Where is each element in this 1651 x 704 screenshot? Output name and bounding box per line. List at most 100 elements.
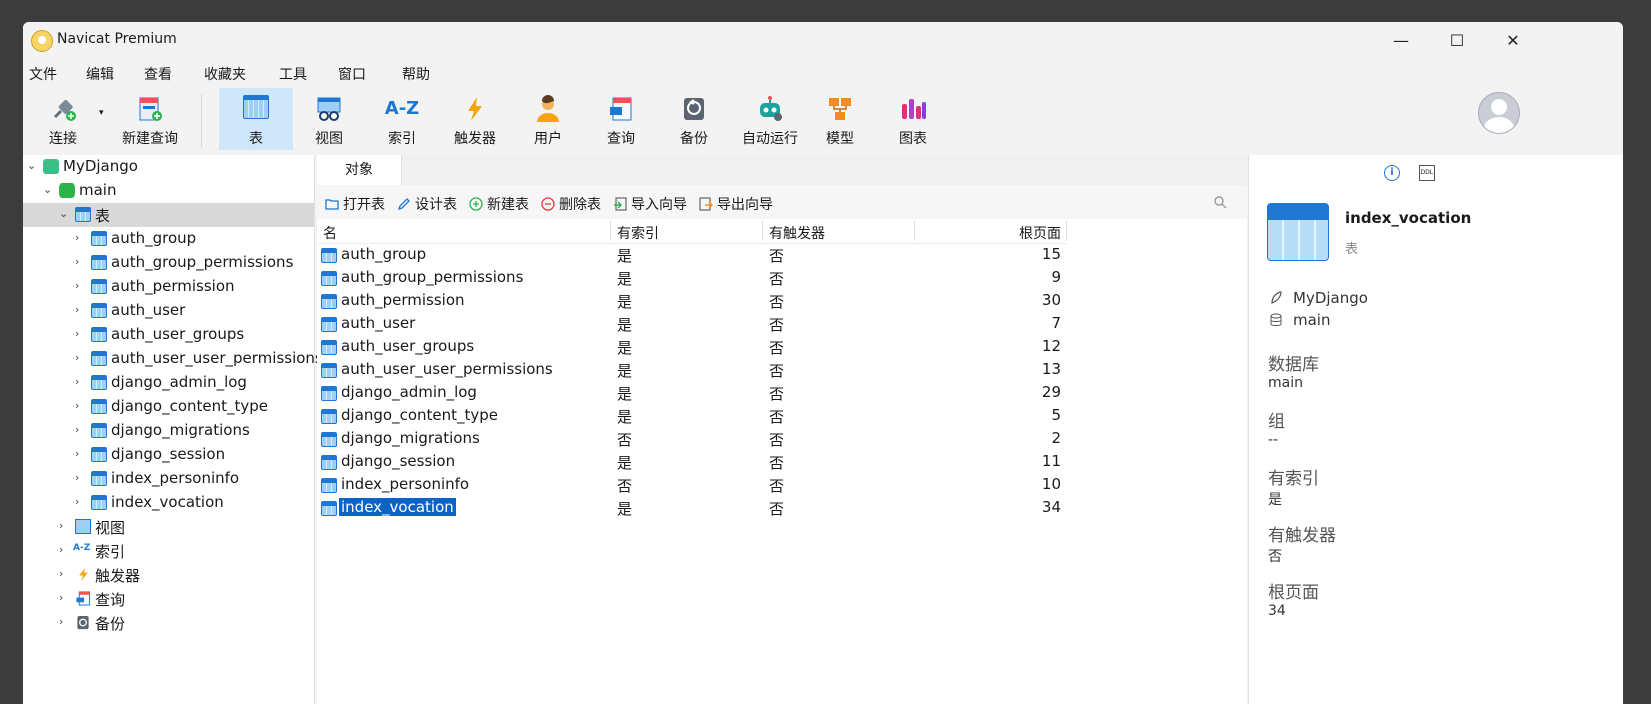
export-wizard-button[interactable]: 导出向导: [699, 194, 773, 214]
chevron-right-icon[interactable]: ›: [75, 423, 79, 436]
chevron-right-icon[interactable]: ›: [75, 255, 79, 268]
tree-queries-group[interactable]: › 查询: [23, 587, 314, 611]
chevron-right-icon[interactable]: ›: [75, 279, 79, 292]
tree-table-label: auth_group: [111, 229, 197, 247]
menu-file[interactable]: 文件: [29, 64, 57, 84]
close-button[interactable]: ✕: [1485, 22, 1541, 58]
tool-query[interactable]: 查询: [584, 88, 658, 150]
table-row[interactable]: index_personinfo 否 否 10: [317, 474, 1067, 497]
tree-table-item[interactable]: › auth_permission: [23, 275, 314, 299]
tool-backup[interactable]: 备份: [657, 88, 731, 150]
chevron-right-icon[interactable]: ›: [59, 543, 63, 556]
menu-edit[interactable]: 编辑: [86, 64, 114, 84]
table-row[interactable]: django_admin_log 是 否 29: [317, 382, 1067, 405]
table-row[interactable]: auth_user_groups 是 否 12: [317, 336, 1067, 359]
chevron-down-icon[interactable]: ⌄: [59, 207, 68, 220]
connect-button[interactable]: 连接 ▾: [27, 88, 104, 150]
tree-connection[interactable]: ⌄ MyDjango: [23, 155, 314, 179]
import-wizard-button[interactable]: 导入向导: [613, 194, 687, 214]
chevron-right-icon[interactable]: ›: [59, 567, 63, 580]
table-row[interactable]: auth_group 是 否 15: [317, 244, 1067, 267]
row-has-trigger: 否: [769, 247, 785, 265]
tree-table-item[interactable]: › django_admin_log: [23, 371, 314, 395]
chevron-right-icon[interactable]: ›: [75, 375, 79, 388]
chevron-down-icon[interactable]: ⌄: [43, 183, 52, 196]
table-row[interactable]: django_migrations 否 否 2: [317, 428, 1067, 451]
column-divider[interactable]: [762, 221, 763, 241]
chevron-down-icon[interactable]: ⌄: [27, 159, 36, 172]
tree-table-item[interactable]: › index_vocation: [23, 491, 314, 515]
tree-table-item[interactable]: › django_content_type: [23, 395, 314, 419]
tree-table-item[interactable]: › auth_group: [23, 227, 314, 251]
chevron-right-icon[interactable]: ›: [59, 615, 63, 628]
tree-table-item[interactable]: › auth_group_permissions: [23, 251, 314, 275]
user-avatar[interactable]: [1478, 92, 1520, 134]
chevron-right-icon[interactable]: ›: [75, 471, 79, 484]
row-has-trigger: 否: [769, 362, 785, 380]
chevron-right-icon[interactable]: ›: [75, 327, 79, 340]
chevron-right-icon[interactable]: ›: [59, 591, 63, 604]
open-table-button[interactable]: 打开表: [325, 194, 385, 214]
chevron-right-icon[interactable]: ›: [75, 399, 79, 412]
tree-table-item[interactable]: › django_session: [23, 443, 314, 467]
info-icon[interactable]: i: [1384, 164, 1400, 181]
table-row[interactable]: auth_permission 是 否 30: [317, 290, 1067, 313]
chevron-right-icon[interactable]: ›: [75, 231, 79, 244]
table-row[interactable]: django_session 是 否 11: [317, 451, 1067, 474]
chevron-right-icon[interactable]: ›: [75, 351, 79, 364]
tree-triggers-group[interactable]: › 触发器: [23, 563, 314, 587]
new-table-button[interactable]: 新建表: [469, 194, 529, 214]
table-row-selected[interactable]: index_vocation 是 否 34: [317, 497, 1067, 520]
tool-chart[interactable]: 图表: [876, 88, 950, 150]
table-row[interactable]: auth_user 是 否 7: [317, 313, 1067, 336]
tool-automation[interactable]: 自动运行: [730, 88, 810, 150]
tree-table-item[interactable]: › django_migrations: [23, 419, 314, 443]
menu-help[interactable]: 帮助: [402, 64, 430, 84]
column-header-root-page[interactable]: 根页面: [1019, 223, 1061, 243]
maximize-button[interactable]: ☐: [1429, 22, 1485, 58]
tool-view[interactable]: 视图: [292, 88, 366, 150]
menu-view[interactable]: 查看: [144, 64, 172, 84]
tree-views-group[interactable]: › 视图: [23, 515, 314, 539]
menu-tools[interactable]: 工具: [279, 64, 307, 84]
tree-table-item[interactable]: › auth_user: [23, 299, 314, 323]
column-divider[interactable]: [1066, 221, 1067, 241]
tree-table-item[interactable]: › index_personinfo: [23, 467, 314, 491]
tree-backups-group[interactable]: › 备份: [23, 611, 314, 635]
table-row[interactable]: auth_user_user_permissions 是 否 13: [317, 359, 1067, 382]
chevron-right-icon[interactable]: ›: [75, 495, 79, 508]
chevron-right-icon[interactable]: ›: [75, 303, 79, 316]
design-table-button[interactable]: 设计表: [397, 194, 457, 214]
menu-window[interactable]: 窗口: [338, 64, 366, 84]
search-icon[interactable]: [1213, 195, 1227, 209]
column-divider[interactable]: [914, 221, 915, 241]
tree-database[interactable]: ⌄ main: [23, 179, 314, 203]
tool-index[interactable]: A-Z 索引: [365, 88, 439, 150]
column-divider[interactable]: [610, 221, 611, 241]
info-field-label: 有索引: [1268, 469, 1319, 489]
menu-favorites[interactable]: 收藏夹: [204, 64, 246, 84]
tool-table[interactable]: 表: [219, 88, 293, 150]
tool-model[interactable]: 模型: [803, 88, 877, 150]
delete-table-button[interactable]: 删除表: [541, 194, 601, 214]
column-header-has-trigger[interactable]: 有触发器: [769, 223, 825, 243]
ddl-icon[interactable]: DDL: [1418, 164, 1435, 181]
column-header-name[interactable]: 名: [323, 223, 337, 243]
tool-trigger[interactable]: 触发器: [438, 88, 512, 150]
new-table-label: 新建表: [487, 197, 529, 213]
tree-tables-group[interactable]: ⌄ 表: [23, 203, 314, 227]
chevron-right-icon[interactable]: ›: [59, 519, 63, 532]
connect-dropdown-icon[interactable]: ▾: [99, 108, 104, 118]
new-query-button[interactable]: 新建查询: [105, 88, 195, 150]
minimize-button[interactable]: —: [1373, 22, 1429, 58]
tree-views-label: 视图: [95, 519, 126, 537]
tree-table-item[interactable]: › auth_user_groups: [23, 323, 314, 347]
table-row[interactable]: django_content_type 是 否 5: [317, 405, 1067, 428]
chevron-right-icon[interactable]: ›: [75, 447, 79, 460]
tab-objects[interactable]: 对象: [317, 155, 402, 185]
tree-indexes-group[interactable]: › A-Z 索引: [23, 539, 314, 563]
column-header-has-index[interactable]: 有索引: [617, 223, 659, 243]
tree-table-item[interactable]: › auth_user_user_permissions: [23, 347, 323, 371]
table-row[interactable]: auth_group_permissions 是 否 9: [317, 267, 1067, 290]
tool-user[interactable]: 用户: [511, 88, 585, 150]
